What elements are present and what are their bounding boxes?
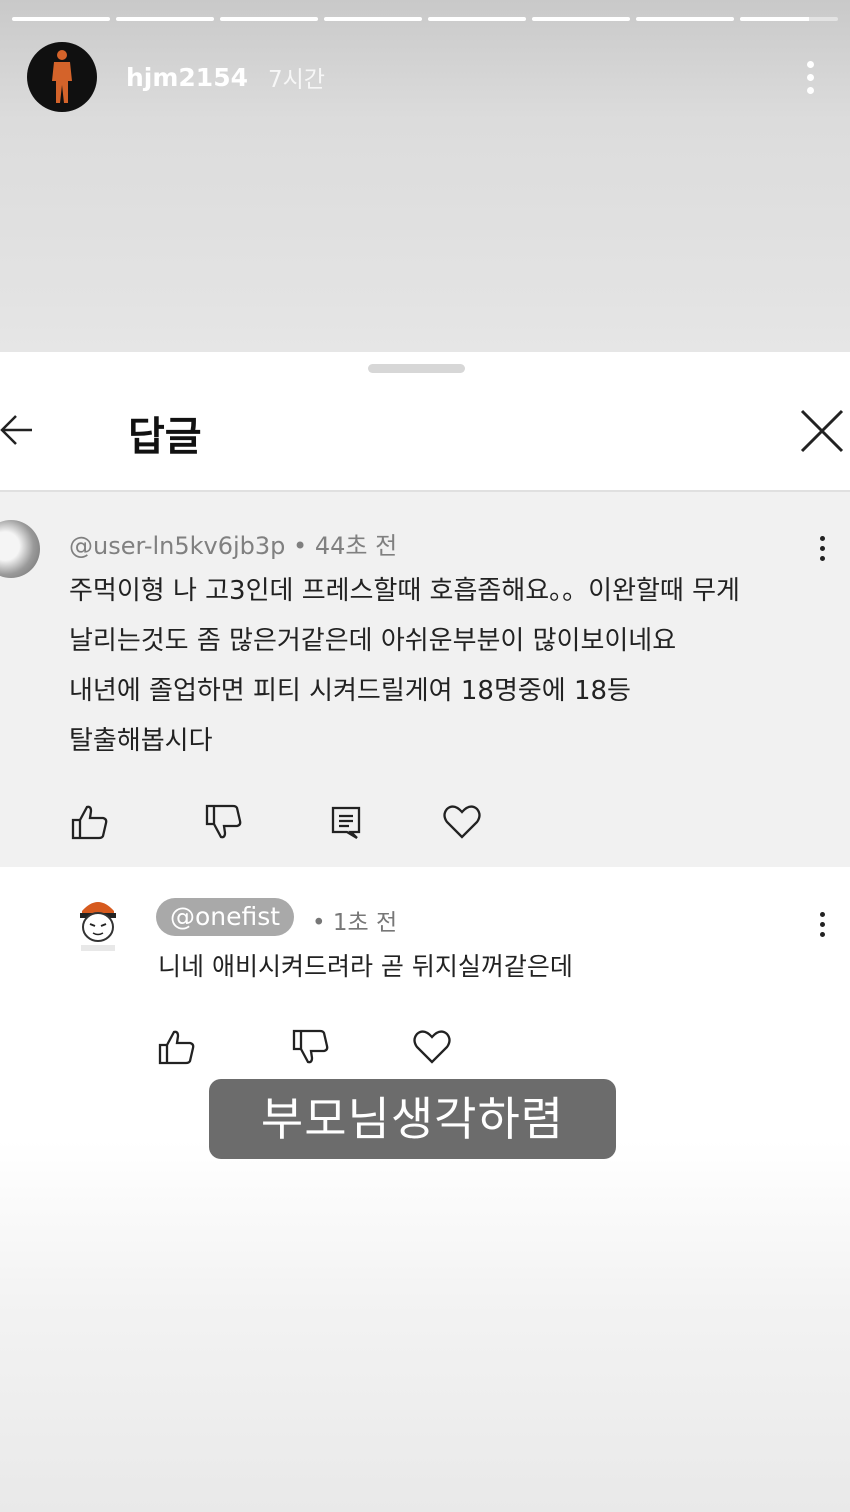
reply-meta: • 1초 전: [312, 903, 397, 937]
person-icon: [52, 50, 72, 103]
like-icon[interactable]: [70, 802, 110, 842]
story-username[interactable]: hjm2154: [126, 63, 248, 92]
page-title: 답글: [128, 414, 202, 460]
comment-time: 44초 전: [314, 532, 398, 560]
comment-line: 내년에 졸업하면 피티 시켜드릴게여 18명중에 18등: [69, 676, 631, 706]
arrow-left-icon[interactable]: [0, 410, 40, 450]
dislike-icon[interactable]: [204, 802, 244, 842]
progress-segment: [428, 17, 526, 21]
comment: @user-ln5kv6jb3p • 44초 전 주먹이형 나 고3인데 프레스…: [0, 492, 850, 867]
sheet-header: 답글: [0, 392, 850, 492]
close-icon[interactable]: [798, 407, 846, 455]
more-vertical-icon[interactable]: [800, 57, 820, 97]
more-vertical-icon[interactable]: [814, 912, 830, 942]
heart-icon[interactable]: [412, 1027, 452, 1067]
avatar[interactable]: [0, 520, 40, 578]
progress-segment: [12, 17, 110, 21]
avatar[interactable]: [27, 42, 97, 112]
reply-time: 1초 전: [332, 910, 398, 936]
story-progress-bar: [12, 17, 838, 21]
story-caption: 부모님생각하렴: [209, 1079, 616, 1159]
comment-line: 탈출해봅시다: [69, 726, 213, 756]
comment-line: 날리는것도 좀 많은거같은데 아쉬운부분이 많이보이네요: [69, 626, 677, 656]
reply-text: 니네 애비시켜드려라 곧 뒤지실꺼같은데: [158, 952, 573, 981]
progress-segment: [324, 17, 422, 21]
progress-segment: [116, 17, 214, 21]
story-time: 7시간: [268, 67, 325, 93]
comment-text: 주먹이형 나 고3인데 프레스할때 호흡좀해요。。이완할때 무게 날리는것도 좀…: [69, 566, 829, 766]
reply-author[interactable]: @onefist: [156, 898, 295, 936]
replies-sheet: 답글 @user-ln5kv6jb3p • 44초 전 주먹이형 나 고3인데 …: [0, 352, 850, 1142]
heart-icon[interactable]: [442, 802, 482, 842]
sheet-drag-handle[interactable]: [368, 364, 465, 373]
comment-line: 주먹이형 나 고3인데 프레스할때 호흡좀해요。。이완할때 무게: [69, 576, 740, 606]
comment-author[interactable]: @user-ln5kv6jb3p: [69, 532, 285, 560]
reply-icon[interactable]: [327, 802, 367, 842]
avatar[interactable]: [72, 895, 124, 953]
meta-separator: •: [293, 532, 308, 560]
progress-segment: [740, 17, 838, 21]
progress-segment: [532, 17, 630, 21]
more-vertical-icon[interactable]: [814, 536, 830, 566]
comment-meta: @user-ln5kv6jb3p • 44초 전: [69, 526, 397, 561]
meta-separator: •: [312, 910, 326, 936]
progress-segment: [220, 17, 318, 21]
like-icon[interactable]: [157, 1027, 197, 1067]
progress-segment: [636, 17, 734, 21]
story-header: hjm2154 7시간: [27, 42, 820, 112]
dislike-icon[interactable]: [291, 1027, 331, 1067]
